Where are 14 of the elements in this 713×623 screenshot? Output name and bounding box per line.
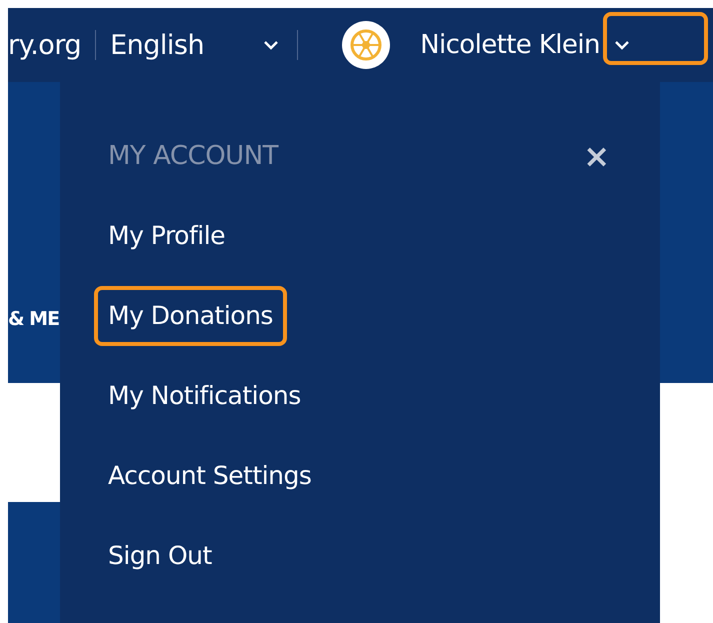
menu-item[interactable]: Account Settings <box>94 446 326 506</box>
menu-item[interactable]: My Notifications <box>94 366 315 426</box>
menu-item[interactable]: My Profile <box>94 206 240 266</box>
menu-item[interactable]: Sign Out <box>94 526 226 586</box>
language-select[interactable]: English <box>110 30 286 60</box>
nav-label[interactable]: & ME <box>8 308 60 330</box>
site-link[interactable]: ry.org <box>8 30 82 60</box>
menu-item[interactable]: My Donations <box>94 286 287 346</box>
menu-heading: MY ACCOUNT <box>108 141 278 171</box>
user-menu-button[interactable]: Nicolette Klein <box>420 30 630 60</box>
close-button[interactable]: × <box>579 140 614 172</box>
chevron-down-icon <box>614 40 630 50</box>
avatar-icon <box>342 21 390 69</box>
chevron-down-icon <box>263 40 280 50</box>
